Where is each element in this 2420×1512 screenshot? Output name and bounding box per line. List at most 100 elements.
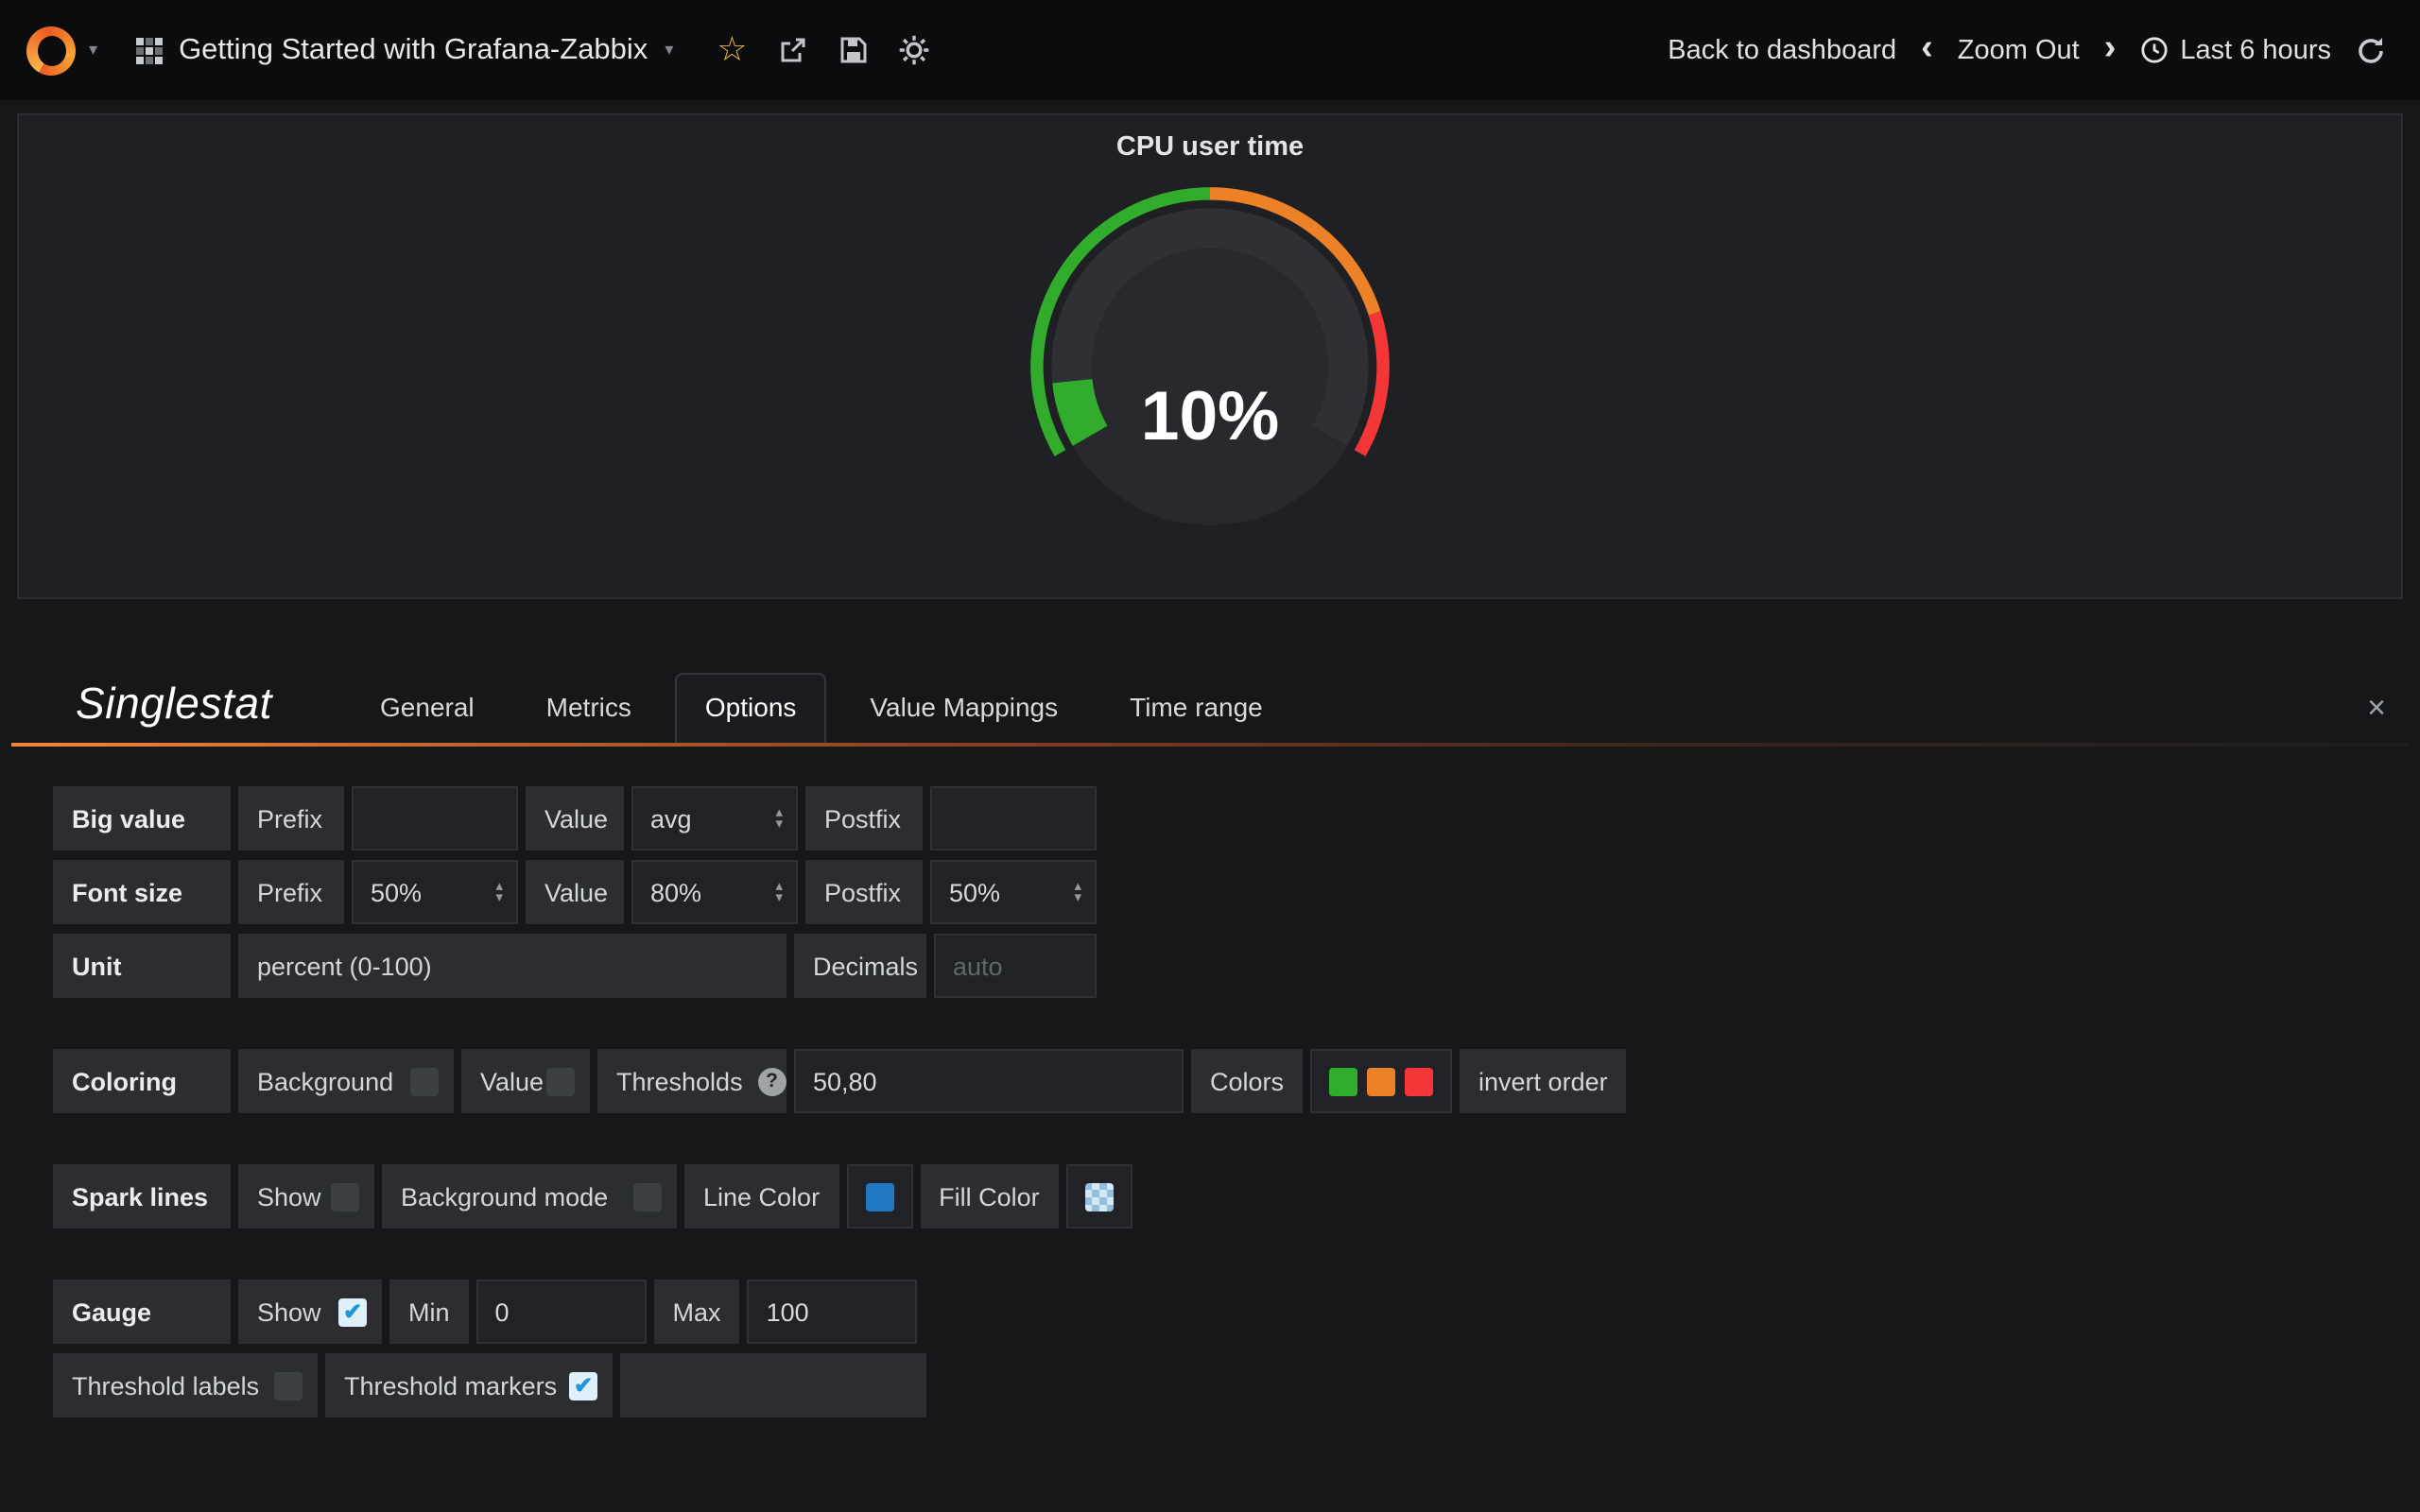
zoom-out-button[interactable]: Zoom Out bbox=[1958, 35, 2080, 65]
editor-tabs: General Metrics Options Value Mappings T… bbox=[352, 673, 1291, 743]
star-favorite-icon[interactable]: ☆ bbox=[703, 22, 760, 78]
dashboard-title: Getting Started with Grafana-Zabbix bbox=[179, 33, 648, 67]
stepper-icon: ▴▾ bbox=[775, 806, 783, 831]
threshold-markers-label: Threshold markers bbox=[344, 1371, 557, 1400]
color-swatch-green[interactable] bbox=[1329, 1067, 1357, 1095]
min-label: Min bbox=[389, 1280, 469, 1344]
checkbox-icon[interactable]: ✔ bbox=[546, 1067, 575, 1095]
save-icon[interactable] bbox=[824, 22, 881, 78]
big-value-postfix-input[interactable] bbox=[930, 786, 1097, 850]
gauge-value-text: 10% bbox=[1141, 377, 1280, 455]
refresh-icon[interactable] bbox=[2356, 35, 2386, 65]
cpu-gauge: 10% bbox=[930, 166, 1490, 567]
checkbox-icon[interactable]: ✔ bbox=[410, 1067, 439, 1095]
line-color-cell bbox=[846, 1164, 912, 1228]
value-options-section: Big value Prefix Value avg ▴▾ Postfix Fo… bbox=[53, 786, 2420, 998]
big-value-prefix-input[interactable] bbox=[352, 786, 518, 850]
grafana-logo-icon bbox=[26, 26, 76, 75]
threshold-labels-label: Threshold labels bbox=[72, 1371, 259, 1400]
gauge-value-arc bbox=[1072, 381, 1090, 436]
navbar-right: Back to dashboard ‹ Zoom Out › Last 6 ho… bbox=[1668, 35, 2420, 65]
threshold-labels-toggle[interactable]: Threshold labels ✔ bbox=[53, 1353, 318, 1418]
coloring-background-toggle[interactable]: Background ✔ bbox=[238, 1049, 454, 1113]
back-to-dashboard-link[interactable]: Back to dashboard bbox=[1668, 35, 1896, 65]
show-label: Show bbox=[257, 1297, 321, 1326]
gauge-label: Gauge bbox=[53, 1280, 231, 1344]
line-color-swatch[interactable] bbox=[865, 1182, 893, 1211]
coloring-value-toggle[interactable]: Value ✔ bbox=[461, 1049, 590, 1113]
prefix-label: Prefix bbox=[238, 786, 344, 850]
panel-type-label: Singlestat bbox=[76, 679, 272, 730]
decimals-label: Decimals bbox=[794, 934, 926, 998]
dashboard-grid-icon bbox=[135, 37, 162, 63]
tab-metrics[interactable]: Metrics bbox=[518, 675, 660, 743]
grafana-main-menu[interactable]: ▾ bbox=[0, 0, 116, 100]
tab-general[interactable]: General bbox=[352, 675, 503, 743]
color-swatch-red[interactable] bbox=[1405, 1067, 1433, 1095]
checkbox-icon[interactable]: ✔ bbox=[331, 1182, 359, 1211]
background-mode-label: Background mode bbox=[401, 1182, 608, 1211]
editor-header: Singlestat General Metrics Options Value… bbox=[0, 673, 2420, 743]
tab-time-range[interactable]: Time range bbox=[1101, 675, 1291, 743]
dashboard-picker[interactable]: Getting Started with Grafana-Zabbix ▾ bbox=[116, 0, 703, 100]
stepper-icon: ▴▾ bbox=[775, 880, 783, 904]
value-label: Value bbox=[526, 860, 624, 924]
checkbox-icon[interactable]: ✔ bbox=[338, 1297, 367, 1326]
fill-color-label: Fill Color bbox=[920, 1164, 1059, 1228]
fill-color-swatch[interactable] bbox=[1085, 1182, 1114, 1211]
prefix-font-size-select[interactable]: 50% ▴▾ bbox=[352, 860, 518, 924]
invert-order-button[interactable]: invert order bbox=[1460, 1049, 1627, 1113]
unit-row: Unit percent (0-100) Decimals bbox=[53, 934, 2420, 998]
fill-color-cell bbox=[1066, 1164, 1132, 1228]
coloring-row: Coloring Background ✔ Value ✔ Thresholds… bbox=[53, 1049, 2420, 1113]
tab-value-mappings[interactable]: Value Mappings bbox=[841, 675, 1086, 743]
close-editor-icon[interactable]: × bbox=[2367, 690, 2412, 743]
max-label: Max bbox=[654, 1280, 740, 1344]
prefix-size-value: 50% bbox=[371, 878, 422, 906]
navbar: ▾ Getting Started with Grafana-Zabbix ▾ … bbox=[0, 0, 2420, 100]
postfix-font-size-select[interactable]: 50% ▴▾ bbox=[930, 860, 1097, 924]
gauge-max-input[interactable] bbox=[748, 1280, 918, 1344]
font-size-row: Font size Prefix 50% ▴▾ Value 80% ▴▾ Pos… bbox=[53, 860, 2420, 924]
unit-label: Unit bbox=[53, 934, 231, 998]
gauge-threshold-row: Threshold labels ✔ Threshold markers ✔ bbox=[53, 1353, 2420, 1418]
tab-options[interactable]: Options bbox=[675, 673, 827, 743]
threshold-markers-toggle[interactable]: Threshold markers ✔ bbox=[325, 1353, 613, 1418]
coloring-label: Coloring bbox=[53, 1049, 231, 1113]
time-shift-back-chevron[interactable]: ‹ bbox=[1921, 29, 1933, 65]
value-font-size-select[interactable]: 80% ▴▾ bbox=[631, 860, 798, 924]
empty-cell bbox=[620, 1353, 926, 1418]
spark-background-mode-toggle[interactable]: Background mode ✔ bbox=[382, 1164, 677, 1228]
settings-gear-icon[interactable] bbox=[885, 22, 942, 78]
decimals-input[interactable] bbox=[934, 934, 1097, 998]
checkbox-icon[interactable]: ✔ bbox=[633, 1182, 662, 1211]
line-color-label: Line Color bbox=[684, 1164, 838, 1228]
spark-show-toggle[interactable]: Show ✔ bbox=[238, 1164, 374, 1228]
prefix-label: Prefix bbox=[238, 860, 344, 924]
gauge-show-toggle[interactable]: Show ✔ bbox=[238, 1280, 382, 1344]
value-size-value: 80% bbox=[650, 878, 701, 906]
stepper-icon: ▴▾ bbox=[495, 880, 503, 904]
spark-lines-row: Spark lines Show ✔ Background mode ✔ Lin… bbox=[53, 1164, 2420, 1228]
show-label: Show bbox=[257, 1182, 321, 1211]
postfix-size-value: 50% bbox=[949, 878, 1000, 906]
thresholds-input[interactable] bbox=[794, 1049, 1184, 1113]
checkbox-icon[interactable]: ✔ bbox=[569, 1371, 597, 1400]
big-value-stat-select[interactable]: avg ▴▾ bbox=[631, 786, 798, 850]
help-icon[interactable]: ? bbox=[758, 1067, 786, 1095]
navbar-actions: ☆ bbox=[703, 22, 942, 78]
spark-lines-label: Spark lines bbox=[53, 1164, 231, 1228]
grafana-app: ▾ Getting Started with Grafana-Zabbix ▾ … bbox=[0, 0, 2420, 1512]
unit-value-select[interactable]: percent (0-100) bbox=[238, 934, 786, 998]
panel-title[interactable]: CPU user time bbox=[19, 115, 2401, 163]
colors-label: Colors bbox=[1191, 1049, 1303, 1113]
gauge-container: 10% bbox=[19, 166, 2401, 567]
time-shift-forward-chevron[interactable]: › bbox=[2104, 29, 2117, 65]
color-swatch-orange[interactable] bbox=[1367, 1067, 1395, 1095]
share-icon[interactable] bbox=[764, 22, 821, 78]
value-label: Value bbox=[526, 786, 624, 850]
time-range-picker[interactable]: Last 6 hours bbox=[2140, 35, 2331, 65]
gauge-min-input[interactable] bbox=[476, 1280, 647, 1344]
checkbox-icon[interactable]: ✔ bbox=[274, 1371, 302, 1400]
stepper-icon: ▴▾ bbox=[1074, 880, 1081, 904]
